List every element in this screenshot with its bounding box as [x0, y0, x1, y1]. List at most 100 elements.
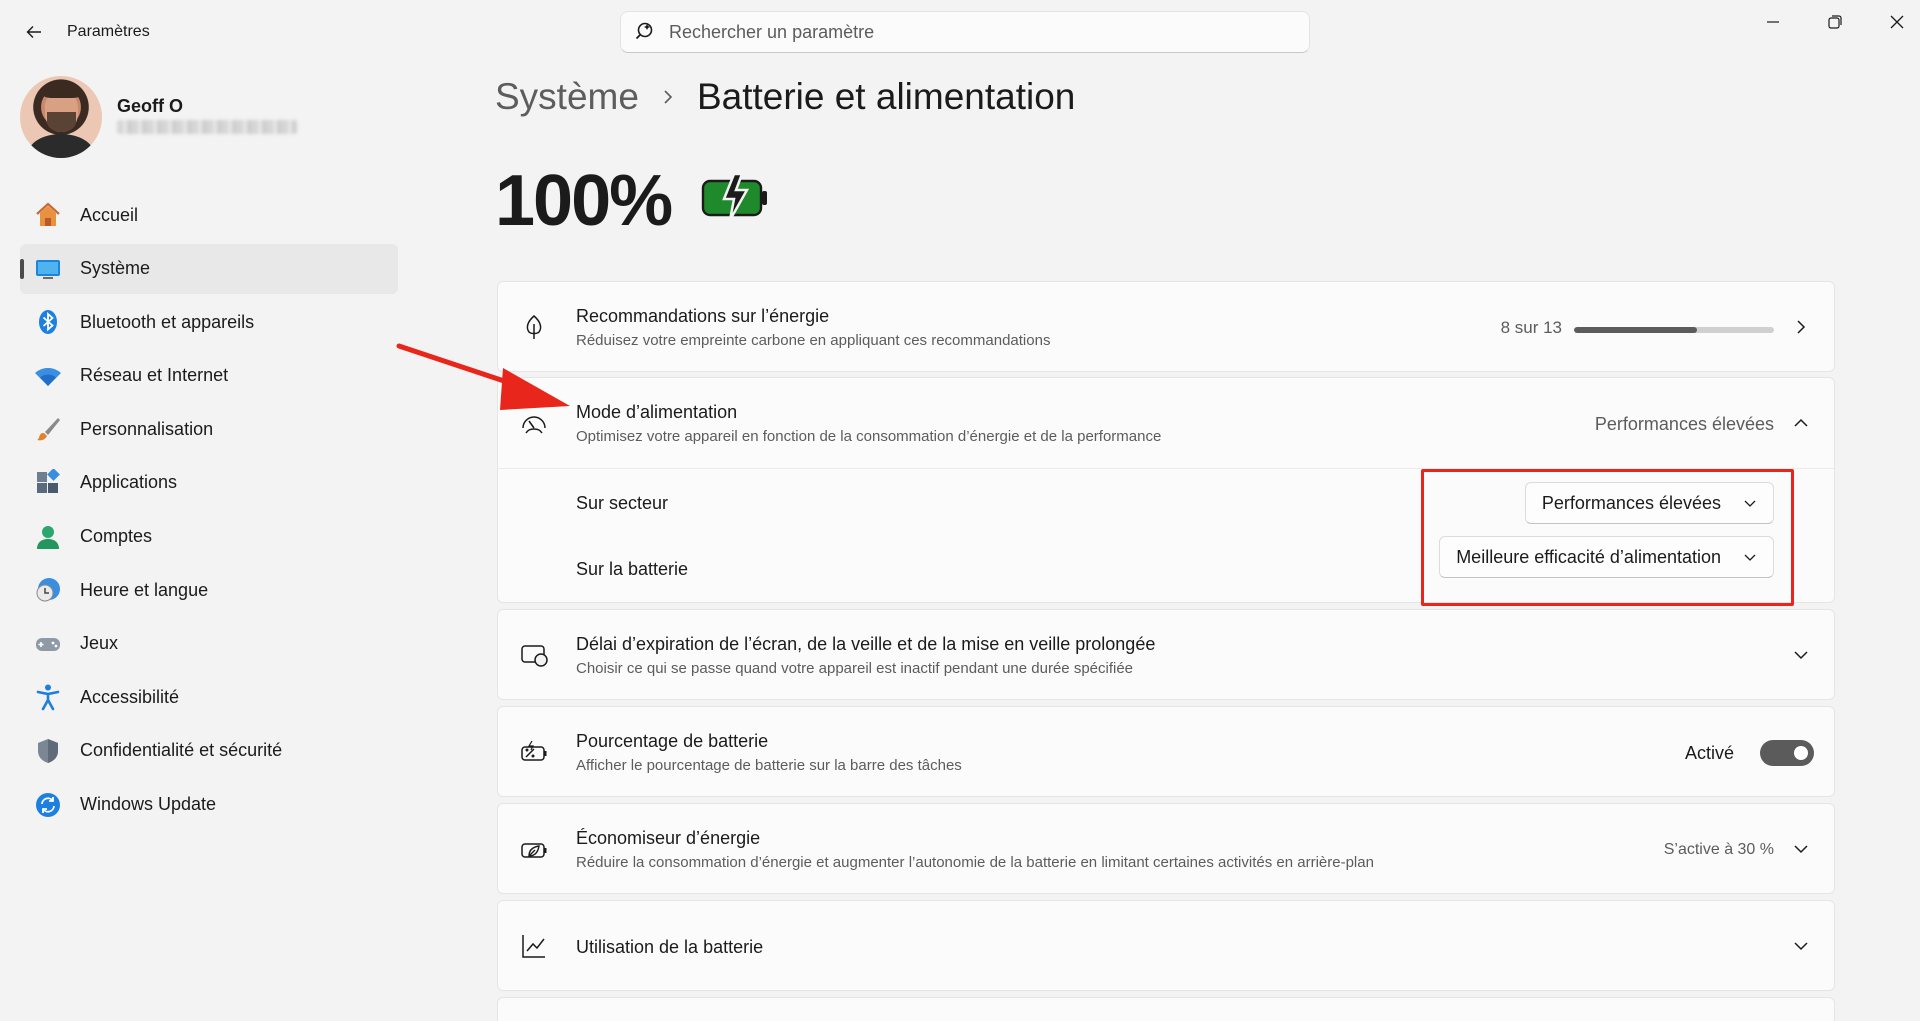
recommendations-progress-label: 8 sur 13	[1500, 318, 1562, 337]
sidebar-item-label: Confidentialité et sécurité	[80, 740, 283, 761]
system-icon	[34, 255, 62, 283]
card-title: Mode d’alimentation	[576, 402, 738, 422]
sidebar-item-label: Système	[80, 258, 151, 279]
energy-recommendations-card[interactable]: Recommandations sur l’énergie Réduisez v…	[497, 281, 1835, 372]
battery-saver-icon	[520, 835, 548, 863]
bluetooth-icon	[34, 308, 62, 336]
breadcrumb-parent[interactable]: Système	[495, 76, 639, 118]
sidebar-item-comptes[interactable]: Comptes	[20, 512, 398, 562]
sidebar-item-bluetooth[interactable]: Bluetooth et appareils	[20, 297, 398, 347]
chevron-down-icon	[1792, 646, 1810, 664]
energy-saver-card[interactable]: Économiseur d’énergie Réduire la consomm…	[497, 803, 1835, 894]
battery-usage-card[interactable]: Utilisation de la batterie	[497, 900, 1835, 991]
plugged-in-power-mode-select[interactable]: Performances élevées	[1524, 482, 1774, 524]
select-value: Meilleure efficacité d’alimentation	[1456, 546, 1721, 567]
profile-name: Geoff O	[117, 96, 183, 116]
battery-charging-icon	[700, 172, 770, 227]
sidebar-item-personnalisation[interactable]: Personnalisation	[20, 404, 398, 454]
sidebar-item-accessibilite[interactable]: Accessibilité	[20, 672, 398, 722]
battery-percentage: 100%	[495, 161, 673, 241]
chevron-down-icon	[1743, 498, 1757, 508]
close-icon	[1890, 15, 1904, 29]
sidebar-item-heure-langue[interactable]: Heure et langue	[20, 565, 398, 615]
select-value: Performances élevées	[1541, 492, 1721, 513]
on-battery-label: Sur la batterie	[576, 559, 689, 579]
toggle-state-label: Activé	[1684, 743, 1734, 763]
accessibility-icon	[34, 683, 62, 711]
title-bar: Paramètres	[0, 0, 1920, 60]
card-title: Utilisation de la batterie	[576, 937, 764, 957]
battery-percentage-toggle[interactable]	[1760, 740, 1814, 766]
chevron-down-icon	[1792, 840, 1810, 858]
avatar	[20, 76, 102, 158]
power-mode-current-value: Performances élevées	[1594, 414, 1774, 434]
chevron-right-icon	[661, 88, 675, 106]
wifi-icon	[34, 362, 62, 390]
search-box[interactable]	[620, 11, 1310, 53]
update-icon	[34, 791, 62, 819]
back-button[interactable]	[16, 14, 52, 50]
chevron-down-icon	[1792, 937, 1810, 955]
chevron-right-icon	[1792, 318, 1810, 336]
power-mode-plugged-in-row: Sur secteur Performances élevées	[498, 468, 1834, 535]
profile-email-blurred	[117, 120, 297, 134]
card-title: Recommandations sur l’énergie	[576, 306, 830, 326]
gauge-icon	[520, 409, 548, 437]
power-mode-on-battery-row: Sur la batterie Meilleure efficacité d’a…	[498, 535, 1834, 602]
on-battery-power-mode-select[interactable]: Meilleure efficacité d’alimentation	[1439, 536, 1774, 578]
close-button[interactable]	[1874, 6, 1920, 38]
sidebar-item-label: Bluetooth et appareils	[80, 311, 255, 332]
gamepad-icon	[34, 630, 62, 658]
recommendations-progress-bar	[1574, 327, 1774, 333]
shield-icon	[34, 737, 62, 765]
card-description: Afficher le pourcentage de batterie sur …	[576, 757, 962, 774]
sidebar-item-label: Heure et langue	[80, 579, 209, 600]
sidebar-item-label: Réseau et Internet	[80, 365, 229, 386]
battery-percent-icon	[520, 738, 548, 766]
card-description: Réduire la consommation d’énergie et aug…	[576, 854, 1374, 871]
card-description: Choisir ce qui se passe quand votre appa…	[576, 660, 1134, 677]
sidebar-item-label: Accessibilité	[80, 686, 180, 707]
leaf-icon	[520, 313, 548, 341]
sidebar-item-label: Accueil	[80, 204, 139, 225]
toggle-knob	[1794, 746, 1808, 760]
screen-sleep-card[interactable]: Délai d’expiration de l’écran, de la vei…	[497, 609, 1835, 700]
energy-saver-threshold: S’active à 30 %	[1663, 841, 1774, 858]
clock-globe-icon	[34, 576, 62, 604]
chevron-up-icon	[1792, 414, 1810, 432]
sidebar-item-label: Windows Update	[80, 794, 217, 815]
sidebar-item-accueil[interactable]: Accueil	[20, 190, 398, 240]
sidebar-item-label: Jeux	[80, 633, 119, 654]
sidebar-item-confidentialite[interactable]: Confidentialité et sécurité	[20, 726, 398, 776]
search-icon	[635, 22, 653, 40]
card-title: Délai d’expiration de l’écran, de la vei…	[576, 634, 1156, 654]
sidebar-item-systeme[interactable]: Système	[20, 243, 398, 294]
battery-percentage-card: Pourcentage de batterie Afficher le pour…	[497, 706, 1835, 797]
apps-icon	[34, 468, 62, 497]
breadcrumb: Système Batterie et alimentation	[495, 76, 1075, 118]
sidebar-item-reseau[interactable]: Réseau et Internet	[20, 351, 398, 401]
chevron-down-icon	[1743, 552, 1757, 562]
next-settings-card	[497, 997, 1835, 1021]
chart-line-icon	[520, 932, 548, 960]
search-input[interactable]	[669, 21, 1269, 43]
power-mode-header[interactable]: Mode d’alimentation Optimisez votre appa…	[498, 378, 1834, 468]
sidebar-item-windows-update[interactable]: Windows Update	[20, 780, 398, 830]
screen-sleep-icon	[520, 641, 548, 669]
account-icon	[34, 523, 62, 551]
sidebar-item-applications[interactable]: Applications	[20, 458, 398, 508]
restore-icon	[1828, 15, 1842, 29]
minimize-button[interactable]	[1750, 6, 1796, 38]
sidebar-item-label: Personnalisation	[80, 418, 214, 439]
sidebar-item-label: Comptes	[80, 526, 153, 547]
sidebar-item-jeux[interactable]: Jeux	[20, 619, 398, 669]
home-icon	[34, 201, 62, 229]
restore-button[interactable]	[1812, 6, 1858, 38]
sidebar-item-label: Applications	[80, 472, 178, 493]
card-description: Optimisez votre appareil en fonction de …	[576, 428, 1162, 445]
card-title: Pourcentage de batterie	[576, 731, 769, 751]
card-title: Économiseur d’énergie	[576, 828, 761, 848]
user-profile[interactable]: Geoff O	[20, 76, 400, 160]
brush-icon	[34, 415, 62, 443]
page-title: Batterie et alimentation	[696, 76, 1076, 117]
